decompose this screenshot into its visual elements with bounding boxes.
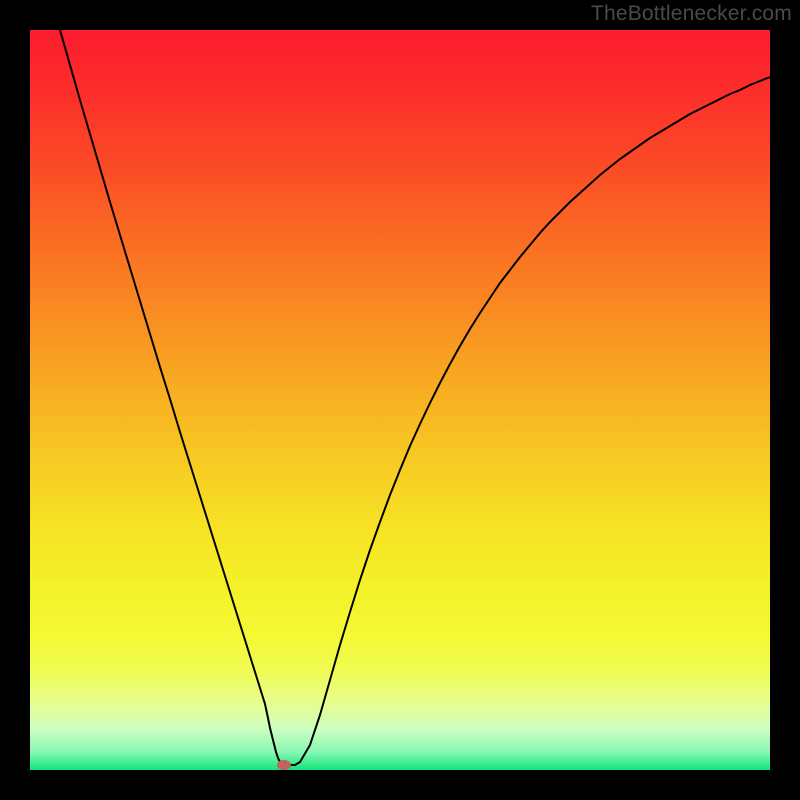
minimum-marker [277, 760, 291, 770]
chart-frame: TheBottlenecker.com [0, 0, 800, 800]
chart-svg [30, 30, 770, 770]
plot-area [30, 30, 770, 770]
watermark-text: TheBottlenecker.com [591, 2, 792, 26]
gradient-background [30, 30, 770, 770]
